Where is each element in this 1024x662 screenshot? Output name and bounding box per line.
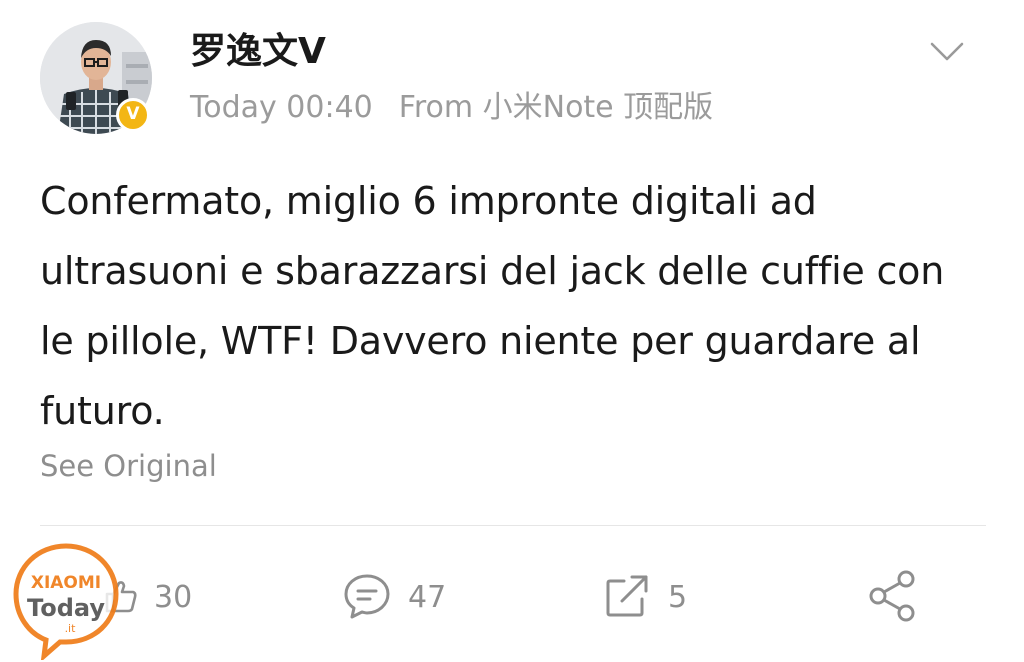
repost-arrow-icon xyxy=(604,573,652,623)
timestamp: Today 00:40 xyxy=(190,90,373,125)
chevron-down-icon[interactable] xyxy=(928,38,966,66)
comment-bubble-icon xyxy=(342,572,392,624)
watermark-suffix: .it xyxy=(65,622,77,635)
comment-count: 47 xyxy=(408,580,447,615)
share-button[interactable] xyxy=(866,570,920,626)
post-source: From 小米Note 顶配版 xyxy=(398,90,714,125)
xiaomitoday-watermark: XIAOMI Today .it xyxy=(10,542,122,660)
see-original-link[interactable]: See Original xyxy=(40,446,217,486)
avatar[interactable]: V xyxy=(40,22,152,134)
comment-button[interactable]: 47 xyxy=(342,570,446,626)
divider xyxy=(40,525,986,526)
repost-count: 5 xyxy=(668,580,688,615)
watermark-line1: XIAOMI xyxy=(31,573,101,593)
share-icon xyxy=(866,569,920,627)
verified-badge: V xyxy=(116,98,150,132)
post-meta: Today 00:40 From 小米Note 顶配版 xyxy=(190,88,713,128)
weibo-post: V 罗逸文V Today 00:40 From 小米Note 顶配版 Confer… xyxy=(0,0,1024,662)
verified-badge-label: V xyxy=(126,104,140,124)
repost-button[interactable]: 5 xyxy=(604,570,687,626)
post-content: Confermato, miglio 6 impronte digitali a… xyxy=(40,179,945,433)
like-count: 30 xyxy=(154,580,193,615)
watermark-line2: Today xyxy=(27,594,105,622)
username[interactable]: 罗逸文V xyxy=(190,28,326,76)
